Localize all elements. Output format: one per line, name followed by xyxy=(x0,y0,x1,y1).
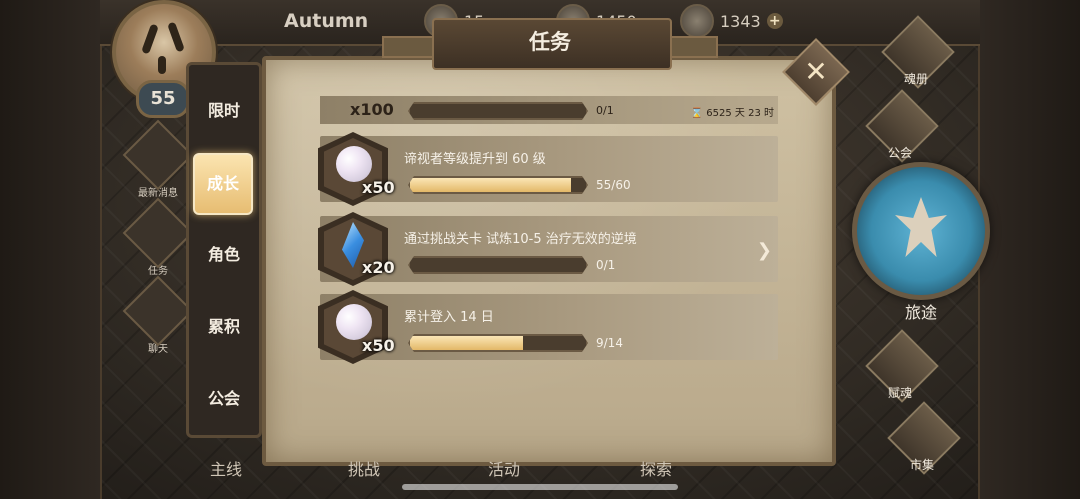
category-tabs: 限时 成长 角色 累积 公会 xyxy=(186,62,262,438)
quest-row[interactable]: x50 累计登入 14 日 9/14 xyxy=(318,290,778,364)
soul-infuse-button[interactable]: 赋魂 xyxy=(862,329,939,404)
tab-guild[interactable]: 公会 xyxy=(189,369,259,429)
panel-title: 任务 xyxy=(529,30,571,54)
add-diamond-icon[interactable]: + xyxy=(766,13,783,29)
pearl-icon xyxy=(336,304,372,340)
quest-row[interactable]: x20 通过挑战关卡 试炼10-5 治疗无效的逆境 0/1 ❯ xyxy=(318,212,778,286)
progress-bar xyxy=(408,102,588,120)
pearl-icon xyxy=(336,146,372,182)
chat-icon xyxy=(122,275,194,347)
bottom-tab-challenge[interactable]: 挑战 xyxy=(348,456,380,480)
player-name: Autumn xyxy=(284,10,369,32)
soul-book-button[interactable]: 魂册 xyxy=(878,15,955,90)
progress-text: 55/60 xyxy=(596,178,631,192)
progress-text: 0/1 xyxy=(596,104,614,117)
reward-qty: x100 xyxy=(350,100,394,119)
reward-qty: x50 xyxy=(362,336,395,355)
tab-growth[interactable]: 成长 xyxy=(193,153,253,215)
quest-title: 累计登入 14 日 xyxy=(404,310,494,325)
reward-qty: x20 xyxy=(362,258,395,277)
news-icon xyxy=(122,119,194,191)
progress-text: 0/1 xyxy=(596,258,616,272)
journey-label: 旅途 xyxy=(904,303,937,322)
right-decor-strip xyxy=(978,0,1080,499)
tab-limited[interactable]: 限时 xyxy=(189,81,259,141)
quest-title: 通过挑战关卡 试炼10-5 治疗无效的逆境 xyxy=(404,232,637,247)
home-indicator[interactable] xyxy=(402,484,678,490)
quest-row[interactable]: x50 谛视者等级提升到 60 级 55/60 xyxy=(318,132,778,206)
hourglass-icon: ⌛ xyxy=(690,108,704,119)
bottom-tab-explore[interactable]: 探索 xyxy=(640,456,672,480)
panel-header: 任务 xyxy=(382,18,718,70)
chat-shortcut[interactable]: 聊天 xyxy=(122,275,194,355)
close-icon: ✕ xyxy=(804,55,828,88)
quest-title: 谛视者等级提升到 60 级 xyxy=(404,152,546,167)
tab-character[interactable]: 角色 xyxy=(189,225,259,285)
progress-bar xyxy=(408,334,588,352)
resource-value: 1343 xyxy=(720,11,761,31)
quest-row-partial[interactable]: x100 0/1 ⌛ 6525 天 23 时 xyxy=(320,96,778,124)
reward-qty: x50 xyxy=(362,178,395,197)
news-shortcut[interactable]: 最新消息 xyxy=(122,119,194,199)
nav-label: 公会 xyxy=(887,146,912,160)
go-arrow-icon[interactable]: ❯ xyxy=(757,240,772,261)
progress-bar xyxy=(408,176,588,194)
progress-bar xyxy=(408,256,588,274)
nav-label: 市集 xyxy=(909,458,934,472)
timer-label: ⌛ 6525 天 23 时 xyxy=(690,108,774,119)
bottom-tab-main[interactable]: 主线 xyxy=(210,456,242,480)
tab-cumulative[interactable]: 累积 xyxy=(189,297,259,357)
guild-button[interactable]: 公会 xyxy=(862,89,939,164)
quest-icon xyxy=(122,197,194,269)
bottom-tab-event[interactable]: 活动 xyxy=(488,456,520,480)
journey-emblem-icon xyxy=(895,197,947,257)
progress-text: 9/14 xyxy=(596,336,623,350)
quest-shortcut[interactable]: 任务 xyxy=(122,197,194,277)
player-level: 55 xyxy=(136,80,190,118)
market-button[interactable]: 市集 xyxy=(884,401,961,476)
nav-label: 赋魂 xyxy=(887,386,912,400)
left-decor-strip xyxy=(0,0,102,499)
nav-label: 魂册 xyxy=(903,72,928,86)
journey-button[interactable]: 旅途 xyxy=(852,162,990,322)
